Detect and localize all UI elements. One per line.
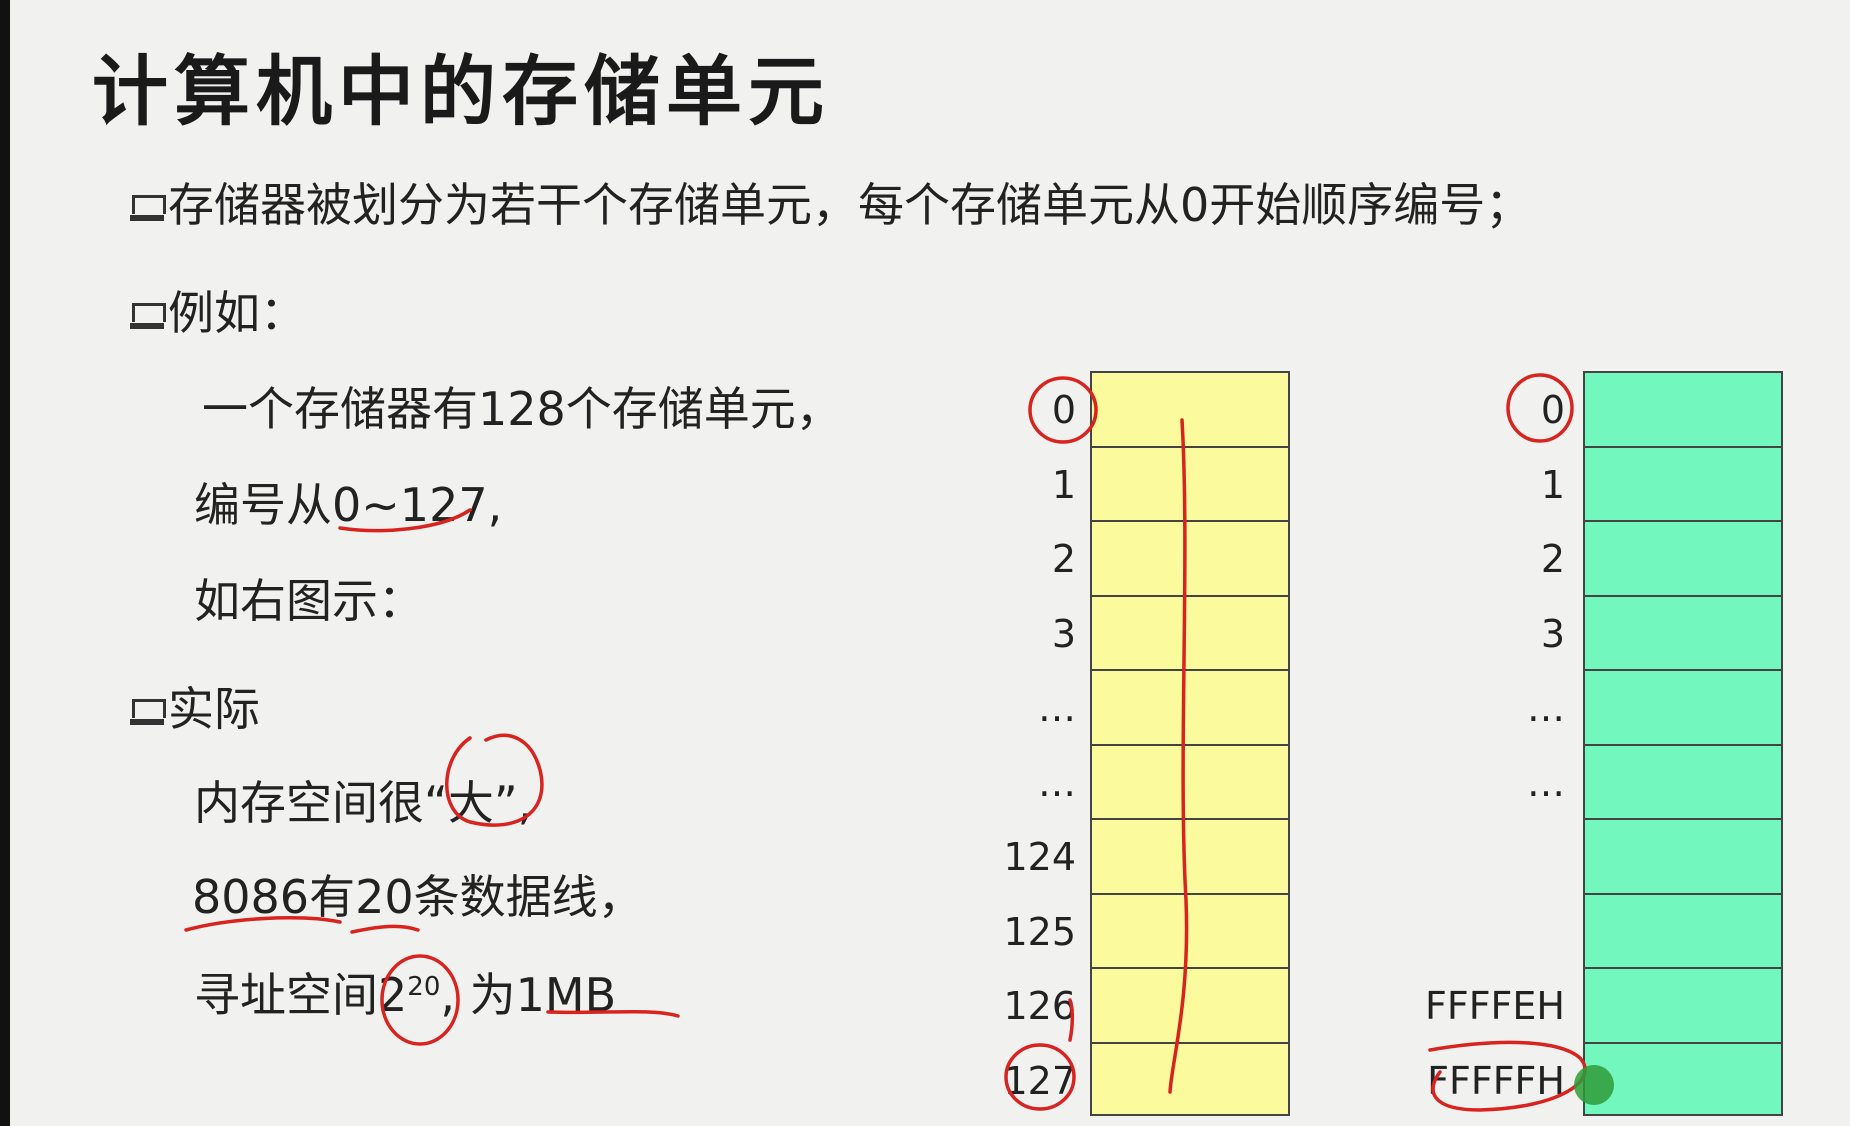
example-line-2: 编号从0~127,: [194, 478, 503, 532]
memory-cell: [1585, 522, 1781, 597]
actual-line-3: 寻址空间220, 为1MB: [194, 972, 616, 1018]
memory-cell: [1092, 746, 1288, 820]
address-label: …: [1527, 686, 1565, 730]
address-label: 2: [1540, 537, 1565, 581]
bullet-3-text: 实际: [168, 682, 260, 736]
address-label: 1: [1540, 462, 1565, 507]
actual-line-3-suffix: , 为1MB: [440, 968, 617, 1022]
example-line-1: 一个存储器有128个存储单元，: [202, 382, 842, 436]
address-label: 3: [1540, 611, 1565, 656]
memory-cell: [1585, 969, 1781, 1044]
example-line-3: 如右图示：: [194, 574, 424, 628]
memory-cell: [1092, 373, 1288, 448]
memory-cell: [1585, 820, 1781, 895]
memory-cell: [1585, 373, 1781, 448]
memory-cell: [1092, 522, 1288, 597]
slide: 计算机中的存储单元 存储器被划分为若干个存储单元，每个存储单元从0开始顺序编号；…: [0, 0, 1850, 1126]
address-label: 0: [1540, 388, 1565, 432]
actual-line-1: 内存空间很“大”,: [194, 776, 533, 830]
memory-cell: [1092, 895, 1288, 969]
address-label: 2: [1051, 537, 1076, 581]
address-label: 127: [1003, 1058, 1076, 1103]
left-edge: [0, 0, 10, 1126]
memory-cell: [1585, 1044, 1781, 1119]
bullet-icon: [130, 193, 166, 223]
actual-line-3-prefix: 寻址空间2: [194, 968, 408, 1022]
exponent: 20: [407, 972, 441, 1002]
memory-cell: [1092, 1044, 1288, 1119]
bullet-1: 存储器被划分为若干个存储单元，每个存储单元从0开始顺序编号；: [130, 182, 1531, 228]
bullet-icon: [130, 697, 166, 727]
address-label: 1: [1051, 462, 1076, 507]
address-label: FFFFFH: [1427, 1058, 1565, 1103]
memory-cell: [1092, 969, 1288, 1044]
bullet-2-text: 例如：: [168, 286, 306, 340]
address-label: FFFFEH: [1424, 984, 1565, 1028]
address-label: 124: [1003, 835, 1076, 879]
address-label: …: [1038, 686, 1076, 730]
address-label: 3: [1051, 611, 1076, 656]
memory-cell: [1585, 597, 1781, 671]
memory-diagram-1mb: [1583, 371, 1783, 1116]
memory-cell: [1092, 597, 1288, 671]
address-label: 126: [1003, 984, 1076, 1028]
bullet-icon: [130, 301, 166, 331]
memory-cell: [1585, 746, 1781, 820]
address-label: 125: [1003, 909, 1076, 954]
slide-title: 计算机中的存储单元: [92, 47, 830, 136]
memory-cell: [1585, 671, 1781, 746]
address-label: …: [1527, 760, 1565, 805]
bullet-2: 例如：: [130, 290, 306, 336]
underline-20: [350, 924, 420, 934]
address-label: 0: [1051, 388, 1076, 432]
handwritten-annotations: [184, 373, 1614, 1112]
memory-cell: [1092, 671, 1288, 746]
address-label: …: [1038, 760, 1076, 805]
bullet-1-text: 存储器被划分为若干个存储单元，每个存储单元从0开始顺序编号；: [168, 178, 1532, 232]
memory-cell: [1092, 448, 1288, 522]
memory-cell: [1585, 448, 1781, 522]
memory-cell: [1585, 895, 1781, 969]
actual-line-2: 8086有20条数据线，: [192, 870, 644, 924]
memory-diagram-128: [1090, 371, 1290, 1116]
memory-cell: [1092, 820, 1288, 895]
bullet-3: 实际: [130, 686, 260, 732]
